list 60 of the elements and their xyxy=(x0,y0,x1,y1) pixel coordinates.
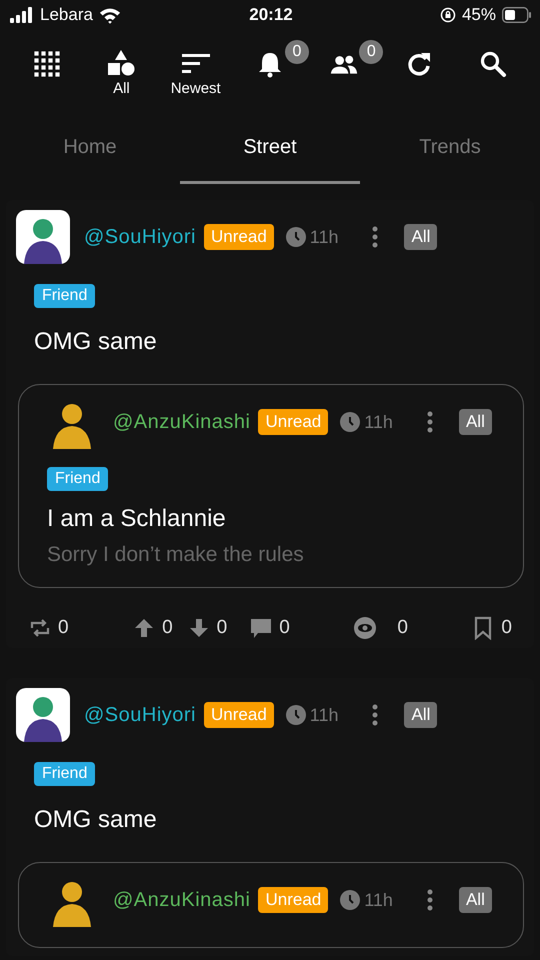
post-time: 11h xyxy=(364,890,393,910)
clock-icon xyxy=(286,705,306,725)
rotation-lock-icon xyxy=(440,7,456,23)
unread-badge: Unread xyxy=(204,702,274,728)
action-count: 0 xyxy=(501,617,512,639)
search-icon[interactable] xyxy=(478,50,507,78)
post-time: 11h xyxy=(364,412,393,432)
wifi-icon xyxy=(98,6,121,24)
clock-time: 20:12 xyxy=(249,5,293,25)
friend-tag: Friend xyxy=(34,762,96,786)
username-link[interactable]: @SouHiyori xyxy=(84,704,196,726)
signal-icon xyxy=(10,7,34,23)
count-badge: 0 xyxy=(359,40,384,64)
toolbar-label[interactable]: Newest xyxy=(170,80,221,97)
action-count: 0 xyxy=(397,617,408,639)
tab[interactable]: Home xyxy=(0,114,180,184)
action-count: 0 xyxy=(162,617,173,639)
more-icon[interactable] xyxy=(426,411,433,433)
unread-badge: Unread xyxy=(258,887,328,913)
toolbar-label[interactable]: All xyxy=(113,80,130,97)
battery-percent: 45% xyxy=(462,5,496,25)
unread-badge: Unread xyxy=(204,224,274,250)
action-count: 0 xyxy=(58,617,69,639)
username-link[interactable]: @AnzuKinashi xyxy=(113,410,250,434)
visibility-badge: All xyxy=(404,702,438,728)
quoted-post[interactable]: @AnzuKinashi Unread 11h All xyxy=(18,862,524,948)
more-icon[interactable] xyxy=(426,889,433,911)
friend-tag: Friend xyxy=(47,467,108,491)
avatar-icon xyxy=(16,210,70,264)
unread-badge: Unread xyxy=(258,409,328,435)
friend-tag: Friend xyxy=(34,284,96,308)
action-count: 0 xyxy=(216,617,228,639)
action-count: 0 xyxy=(279,617,290,639)
post-time: 11h xyxy=(310,226,338,248)
tab[interactable]: Street xyxy=(180,114,360,184)
username-link[interactable]: @SouHiyori xyxy=(84,226,196,248)
grid-icon[interactable] xyxy=(33,50,62,78)
battery-icon xyxy=(502,7,532,23)
quote-title: I am a Schlannie xyxy=(47,505,226,533)
post-text: OMG same xyxy=(34,328,157,356)
visibility-badge: All xyxy=(404,224,438,250)
username-link[interactable]: @AnzuKinashi xyxy=(113,888,250,912)
avatar-icon xyxy=(16,688,70,742)
more-icon[interactable] xyxy=(372,704,378,726)
eye-icon[interactable] xyxy=(353,616,378,640)
more-icon[interactable] xyxy=(372,226,378,248)
count-badge: 0 xyxy=(284,40,309,64)
clock-icon xyxy=(340,412,360,432)
carrier-name: Lebara xyxy=(40,5,93,25)
post-text: OMG same xyxy=(34,806,157,834)
post-time: 11h xyxy=(310,704,338,726)
quote-text: Sorry I don’t make the rules xyxy=(47,543,304,567)
visibility-badge: All xyxy=(458,409,492,435)
shapes-icon[interactable] xyxy=(107,50,136,78)
clock-icon xyxy=(286,227,306,247)
clock-icon xyxy=(340,890,360,910)
quoted-post[interactable]: @AnzuKinashi Unread 11h All Friend I am a Schlannie Sorry I don’t make the rules xyxy=(18,384,524,588)
visibility-badge: All xyxy=(458,887,492,913)
tab[interactable]: Trends xyxy=(360,114,540,184)
comment-icon[interactable] xyxy=(249,616,274,640)
